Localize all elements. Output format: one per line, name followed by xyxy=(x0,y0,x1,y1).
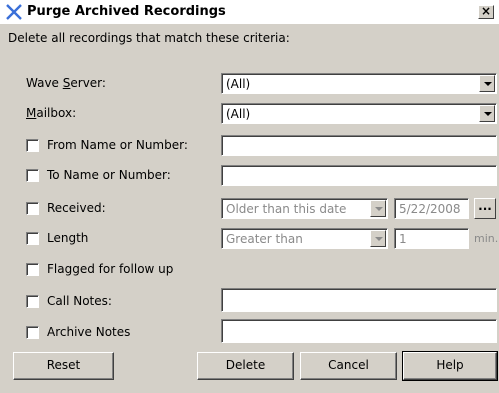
length-input[interactable]: 1 xyxy=(394,228,469,249)
length-checkbox[interactable] xyxy=(26,232,39,245)
call-notes-checkbox[interactable] xyxy=(26,295,39,308)
from-label: From Name or Number: xyxy=(47,138,188,152)
chevron-down-icon[interactable] xyxy=(370,230,386,247)
intro-text: Delete all recordings that match these c… xyxy=(8,31,290,45)
wave-server-label: Wave Server: xyxy=(26,76,106,90)
chevron-down-icon[interactable] xyxy=(370,200,386,217)
mailbox-value: (All) xyxy=(226,107,251,121)
x-icon xyxy=(6,4,22,20)
delete-button[interactable]: Delete xyxy=(197,352,294,380)
date-picker-button[interactable]: ... xyxy=(474,198,496,219)
received-condition-value: Older than this date xyxy=(226,202,347,216)
flagged-checkbox[interactable] xyxy=(26,263,39,276)
call-notes-label: Call Notes: xyxy=(47,294,112,308)
chevron-down-icon[interactable] xyxy=(479,75,495,92)
flagged-label: Flagged for follow up xyxy=(47,262,174,276)
from-checkbox[interactable] xyxy=(26,139,39,152)
mailbox-select[interactable]: (All) xyxy=(221,103,497,124)
length-label: Length xyxy=(47,231,89,245)
to-checkbox[interactable] xyxy=(26,169,39,182)
from-input[interactable] xyxy=(221,135,497,156)
to-input[interactable] xyxy=(221,165,497,186)
call-notes-input[interactable] xyxy=(221,288,497,312)
received-label: Received: xyxy=(47,201,106,215)
archive-notes-checkbox[interactable] xyxy=(26,326,39,339)
mailbox-label: Mailbox: xyxy=(26,106,77,120)
received-checkbox[interactable] xyxy=(26,202,39,215)
help-button[interactable]: Help xyxy=(402,351,498,381)
title-bar: Purge Archived Recordings × xyxy=(0,0,499,24)
wave-server-select[interactable]: (All) xyxy=(221,73,497,94)
received-date-input[interactable]: 5/22/2008 xyxy=(394,198,469,219)
close-icon: × xyxy=(480,4,492,18)
window-title: Purge Archived Recordings xyxy=(27,4,226,19)
close-button[interactable]: × xyxy=(478,5,494,19)
archive-notes-label: Archive Notes xyxy=(47,325,131,339)
to-label: To Name or Number: xyxy=(47,168,171,182)
wave-server-value: (All) xyxy=(226,77,251,91)
length-unit: min. xyxy=(474,232,499,245)
length-condition-value: Greater than xyxy=(226,232,303,246)
chevron-down-icon[interactable] xyxy=(479,105,495,122)
reset-button[interactable]: Reset xyxy=(13,352,114,380)
purge-dialog: Purge Archived Recordings × Delete all r… xyxy=(0,0,499,393)
received-condition-select[interactable]: Older than this date xyxy=(221,198,388,219)
archive-notes-input[interactable] xyxy=(221,319,497,343)
length-condition-select[interactable]: Greater than xyxy=(221,228,388,249)
cancel-button[interactable]: Cancel xyxy=(300,352,397,380)
